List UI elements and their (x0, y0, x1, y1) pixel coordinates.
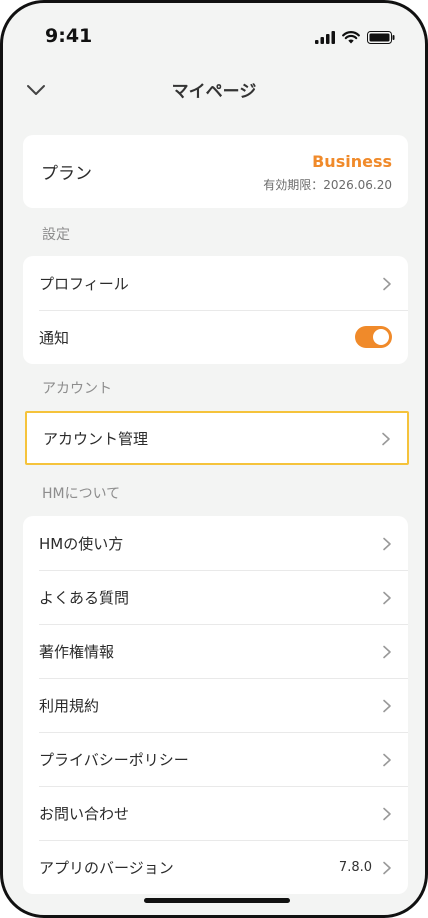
privacy-policy-row[interactable]: プライバシーポリシー (23, 732, 408, 786)
notification-toggle[interactable] (355, 326, 392, 348)
chevron-right-icon (382, 590, 392, 605)
chevron-right-icon (381, 431, 391, 446)
chevron-right-icon (382, 536, 392, 551)
row-label: 著作権情報 (39, 642, 115, 661)
page-title: マイページ (171, 82, 257, 102)
row-label: よくある質問 (39, 588, 130, 607)
section-label-about: HMについて (42, 486, 121, 502)
row-label: プロフィール (39, 274, 129, 293)
battery-icon (367, 29, 395, 48)
plan-card: プラン Business 有効期限：2026.06.20 (23, 135, 408, 208)
signal-icon (315, 29, 335, 48)
notification-row: 通知 (23, 310, 408, 364)
chevron-right-icon (382, 644, 392, 659)
plan-name: Business (312, 152, 392, 171)
chevron-right-icon (382, 276, 392, 291)
faq-row[interactable]: よくある質問 (23, 570, 408, 624)
row-label: 通知 (39, 328, 70, 347)
about-card: HMの使い方 よくある質問 著作権情報 利用規約 プライバシーポリシー お問い合… (23, 516, 408, 894)
status-time: 9:41 (45, 25, 93, 47)
nav-bar: マイページ (3, 67, 425, 113)
wifi-icon (342, 29, 360, 48)
how-to-use-row[interactable]: HMの使い方 (23, 516, 408, 570)
copyright-row[interactable]: 著作権情報 (23, 624, 408, 678)
app-version-row[interactable]: アプリのバージョン 7.8.0 (23, 840, 408, 894)
contact-row[interactable]: お問い合わせ (23, 786, 408, 840)
plan-expiry: 有効期限：2026.06.20 (263, 178, 392, 192)
status-bar: 9:41 (3, 3, 425, 67)
app-version-value: 7.8.0 (338, 859, 372, 875)
chevron-right-icon (382, 752, 392, 767)
row-label: プライバシーポリシー (39, 750, 189, 769)
chevron-right-icon (382, 806, 392, 821)
row-label: HMの使い方 (39, 534, 124, 553)
profile-row[interactable]: プロフィール (23, 256, 408, 310)
chevron-right-icon (382, 860, 392, 875)
terms-row[interactable]: 利用規約 (23, 678, 408, 732)
plan-label: プラン (41, 164, 92, 184)
status-icons (315, 29, 395, 48)
row-label: アプリのバージョン (39, 858, 174, 877)
row-label: アカウント管理 (43, 429, 149, 448)
phone-frame: 9:41 マイページ プラン Business 有効期限：2026.06.20 … (0, 0, 428, 918)
row-label: 利用規約 (39, 696, 100, 715)
settings-card: プロフィール 通知 (23, 256, 408, 364)
section-label-settings: 設定 (42, 227, 70, 243)
account-management-row[interactable]: アカウント管理 (27, 413, 407, 463)
account-card: アカウント管理 (25, 411, 409, 465)
row-label: お問い合わせ (39, 804, 130, 823)
section-label-account: アカウント (42, 381, 112, 397)
chevron-right-icon (382, 698, 392, 713)
home-indicator (144, 898, 290, 903)
